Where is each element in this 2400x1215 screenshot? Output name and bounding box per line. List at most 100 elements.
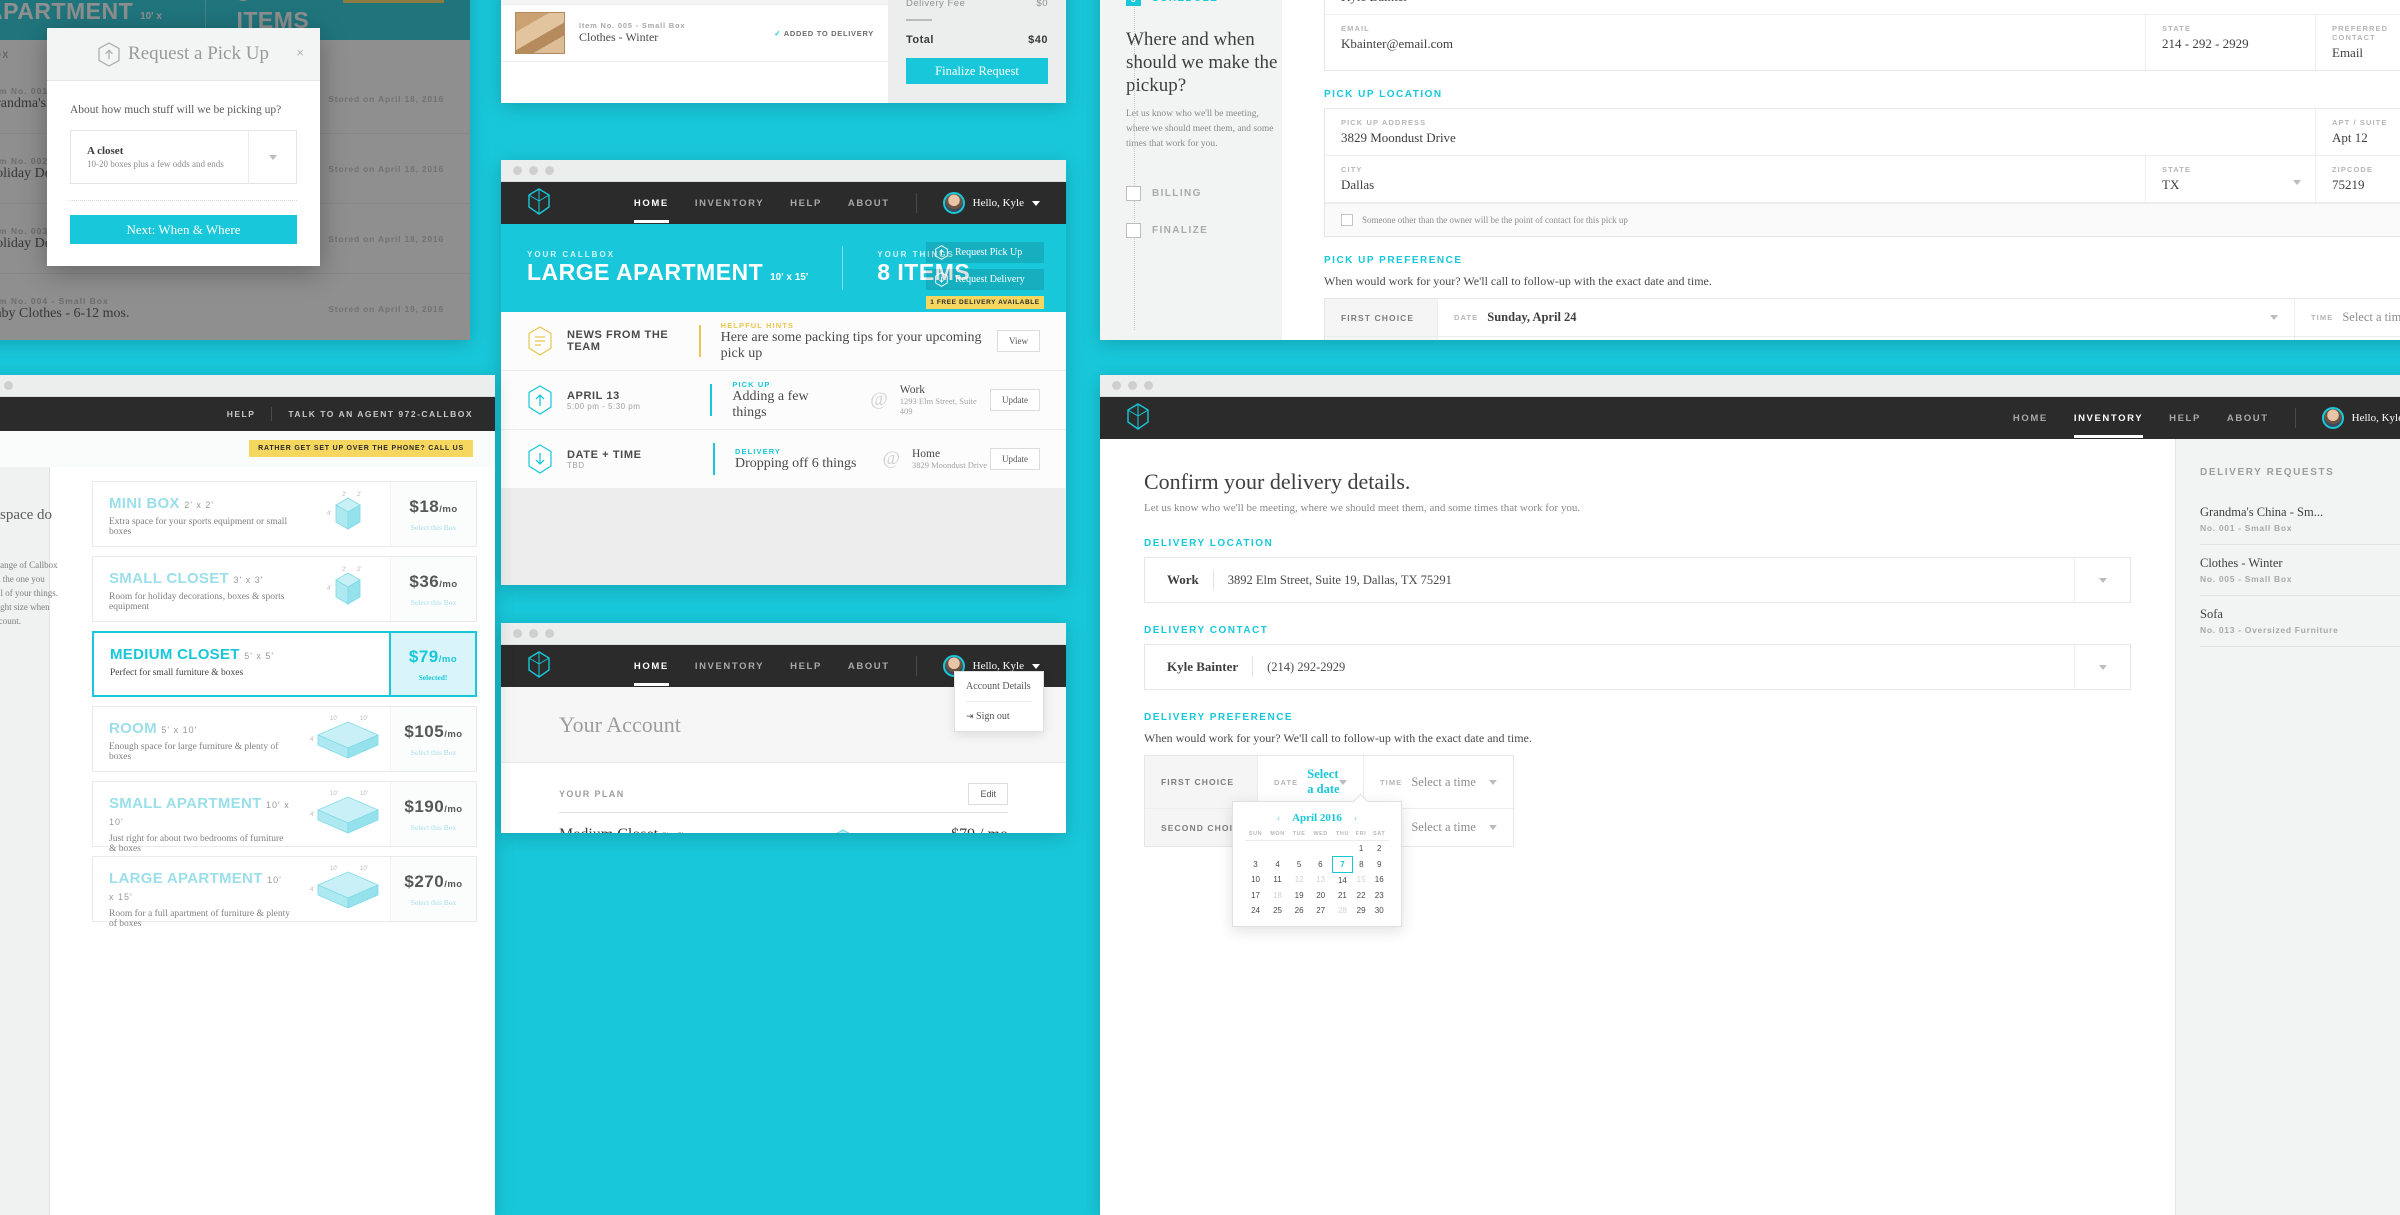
calendar-day[interactable]: 28	[1332, 903, 1353, 918]
calendar-day[interactable]: 16	[1369, 872, 1389, 888]
nav-link-help[interactable]: HELP	[790, 185, 822, 222]
window-zoom-dot[interactable]	[545, 629, 554, 638]
owner-phone-value[interactable]: 214 - 292 - 2929	[2162, 36, 2299, 52]
nav-link-about[interactable]: ABOUT	[2227, 400, 2269, 437]
nav-link-home[interactable]: HOME	[2013, 400, 2048, 437]
volume-select[interactable]: A closet 10-20 boxes plus a few odds and…	[70, 130, 297, 184]
window-close-dot[interactable]	[513, 166, 522, 175]
nav-link-help[interactable]: HELP	[2169, 400, 2201, 437]
nav-link-help[interactable]: HELP	[790, 648, 822, 685]
feed-action-button[interactable]: View	[997, 330, 1040, 352]
calendar-day[interactable]: 26	[1289, 903, 1309, 918]
calendar-day[interactable]: 7	[1331, 855, 1354, 873]
next-when-where-button[interactable]: Next: When & Where	[70, 215, 297, 244]
callbox-logo-icon[interactable]	[527, 188, 551, 218]
pickup-address-value[interactable]: 3829 Moondust Drive	[1341, 130, 2299, 146]
calendar-day[interactable]: 27	[1309, 903, 1332, 918]
list-item[interactable]: Item No. 005 - Small Box Clothes - Winte…	[501, 5, 888, 62]
nav-help-link[interactable]: HELP	[227, 409, 256, 419]
chevron-down-icon[interactable]	[1032, 200, 1040, 206]
calendar-day[interactable]: 30	[1369, 903, 1389, 918]
select-box-button[interactable]: Select this Box	[411, 898, 456, 907]
select-box-button[interactable]: Select this Box	[411, 748, 456, 757]
delivery-location-field[interactable]: Work 3892 Elm Street, Suite 19, Dallas, …	[1144, 557, 2131, 603]
calendar-day[interactable]: 3	[1245, 856, 1266, 872]
nav-link-inventory[interactable]: INVENTORY	[695, 648, 764, 685]
pricing-card[interactable]: ROOM 5' x 10' Enough space for large fur…	[92, 706, 477, 772]
calendar-day[interactable]: 6	[1309, 856, 1332, 872]
nav-link-about[interactable]: ABOUT	[848, 648, 890, 685]
feed-row[interactable]: APRIL 13 5:00 pm - 5:30 pm PICK UP Addin…	[501, 371, 1066, 430]
calendar-day[interactable]: 19	[1289, 888, 1309, 903]
calendar-day[interactable]: 15	[1353, 872, 1370, 888]
list-item[interactable]: Clothes - Winter No. 005 - Small Box	[2200, 545, 2400, 596]
calendar-day[interactable]: 5	[1289, 856, 1309, 872]
calendar-day[interactable]: 20	[1309, 888, 1332, 903]
time-picker[interactable]: TIME Select a time	[2294, 299, 2400, 336]
window-minimize-dot[interactable]	[529, 166, 538, 175]
delivery-contact-field[interactable]: Kyle Bainter (214) 292-2929	[1144, 644, 2131, 690]
chevron-down-icon[interactable]	[248, 131, 296, 183]
calendar-day[interactable]: 12	[1289, 872, 1309, 888]
window-zoom-dot[interactable]	[4, 381, 13, 390]
chevron-down-icon[interactable]	[1489, 779, 1497, 785]
pickup-city-value[interactable]: Dallas	[1341, 177, 2129, 193]
nav-link-about[interactable]: ABOUT	[848, 185, 890, 222]
chevron-down-icon[interactable]	[1339, 779, 1347, 785]
pricing-card[interactable]: MINI BOX 2' x 2' Extra space for your sp…	[92, 481, 477, 547]
feed-action-button[interactable]: Update	[990, 448, 1040, 470]
schedule-step[interactable]: 3 SCHEDULE	[1126, 0, 1282, 6]
calendar-day[interactable]: 8	[1353, 856, 1370, 872]
close-icon[interactable]: ×	[296, 45, 304, 60]
pickup-zip-value[interactable]: 75219	[2332, 177, 2400, 193]
calendar-day[interactable]: 22	[1353, 888, 1370, 903]
nav-agent-link[interactable]: TALK TO AN AGENT 972-CALLBOX	[288, 409, 473, 419]
calendar-day[interactable]: 23	[1369, 888, 1389, 903]
date-picker-calendar[interactable]: ‹ April 2016 › SUN MON TUE WED THU FRI SAT 123…	[1232, 801, 1402, 927]
date-picker[interactable]: DATE Select a Date	[1437, 337, 2294, 340]
nav-link-inventory[interactable]: INVENTORY	[2073, 400, 2144, 438]
callbox-logo-icon[interactable]	[1126, 403, 1150, 433]
owner-pref-contact-value[interactable]: Email	[2332, 45, 2400, 61]
pricing-card[interactable]: MEDIUM CLOSET 5' x 5' Perfect for small …	[92, 631, 477, 697]
date-picker[interactable]: DATE Sunday, April 24	[1437, 299, 2294, 336]
time-picker[interactable]: TIME Select a time	[2294, 337, 2400, 340]
calendar-day[interactable]: 11	[1266, 872, 1289, 888]
feed-action-button[interactable]: Update	[990, 389, 1041, 411]
calendar-grid[interactable]: SUN MON TUE WED THU FRI SAT 1 2 3 4 5 6 7 8 9 10 11 12 13 1…	[1245, 831, 1389, 918]
window-close-dot[interactable]	[513, 629, 522, 638]
select-box-button[interactable]: Select this Box	[411, 598, 456, 607]
chevron-down-icon[interactable]	[2270, 315, 2278, 320]
menu-item-sign-out[interactable]: ⇥ Sign out	[955, 702, 1043, 731]
nav-link-home[interactable]: HOME	[633, 648, 669, 686]
window-minimize-dot[interactable]	[1128, 381, 1137, 390]
step-checkbox[interactable]	[1126, 223, 1141, 239]
schedule-step[interactable]: BILLING	[1126, 186, 1282, 202]
menu-item-account-details[interactable]: Account Details	[955, 672, 1043, 701]
calendar-day[interactable]: 14	[1332, 872, 1353, 888]
pricing-card[interactable]: SMALL CLOSET 3' x 3' Room for holiday de…	[92, 556, 477, 622]
nav-link-home[interactable]: HOME	[633, 185, 669, 223]
user-menu[interactable]: Hello, Kyle	[942, 192, 1040, 214]
chevron-down-icon[interactable]	[2074, 558, 2130, 602]
list-item[interactable]: Grandma's China - Sm... No. 001 - Small …	[2200, 494, 2400, 545]
calendar-day[interactable]: 17	[1245, 888, 1266, 903]
callbox-logo-icon[interactable]	[527, 651, 551, 681]
chevron-down-icon[interactable]	[2293, 180, 2301, 185]
other-contact-checkbox[interactable]	[1341, 214, 1353, 226]
list-item[interactable]: Sofa No. 013 - Oversized Furniture	[2200, 596, 2400, 647]
calendar-day[interactable]: 29	[1353, 903, 1370, 918]
step-checkbox[interactable]	[1126, 186, 1141, 202]
window-close-dot[interactable]	[1112, 381, 1121, 390]
chevron-down-icon[interactable]	[1032, 663, 1040, 669]
edit-plan-button[interactable]: Edit	[968, 783, 1008, 805]
schedule-step[interactable]: FINALIZE	[1126, 223, 1282, 239]
request-delivery-button[interactable]: Request Delivery	[926, 269, 1044, 290]
request-pickup-button[interactable]: Request Pick Up	[926, 242, 1044, 263]
owner-email-value[interactable]: Kbainter@email.com	[1341, 36, 2129, 52]
select-box-button[interactable]: Select this Box	[411, 523, 456, 532]
calendar-next-icon[interactable]: ›	[1354, 813, 1357, 823]
chevron-down-icon[interactable]	[2074, 645, 2130, 689]
calendar-day[interactable]: 24	[1245, 903, 1266, 918]
calendar-day[interactable]: 9	[1369, 856, 1389, 872]
